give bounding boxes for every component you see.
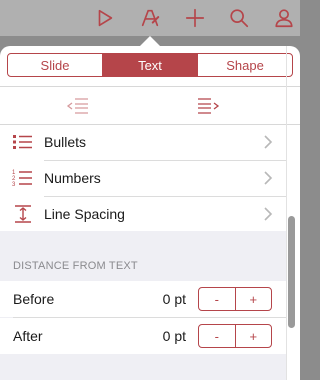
chevron-right-icon (264, 135, 273, 149)
scrollbar-thumb[interactable] (288, 216, 295, 328)
line-spacing-label: Line Spacing (44, 206, 125, 222)
line-spacing-icon (0, 196, 44, 232)
before-label: Before (13, 291, 55, 307)
format-popover: Slide Text Shape Bullets 1 2 3 Numbers L… (0, 46, 300, 380)
scroll-track (286, 46, 287, 380)
before-stepper: - + (198, 287, 272, 311)
search-icon[interactable] (227, 6, 251, 30)
bullets-icon (0, 124, 44, 160)
plus-icon[interactable] (183, 6, 207, 30)
play-icon[interactable] (93, 6, 117, 30)
before-value: 0 pt (162, 291, 186, 307)
increase-indent-icon[interactable] (196, 96, 220, 116)
numbers-label: Numbers (44, 170, 101, 186)
list-item-numbers[interactable]: 1 2 3 Numbers (0, 160, 286, 196)
after-stepper: - + (198, 324, 272, 348)
tab-shape[interactable]: Shape (198, 54, 292, 76)
popover-arrow (140, 36, 160, 46)
after-increment-button[interactable]: + (236, 325, 272, 347)
chevron-right-icon (264, 171, 273, 185)
list-item-bullets[interactable]: Bullets (0, 124, 286, 160)
after-value: 0 pt (162, 328, 186, 344)
after-label: After (13, 328, 43, 344)
top-toolbar (0, 0, 300, 36)
chevron-right-icon (264, 207, 273, 221)
indent-controls (0, 87, 300, 125)
section-header: DISTANCE FROM TEXT (13, 260, 138, 272)
decrease-indent-icon[interactable] (66, 96, 90, 116)
before-increment-button[interactable]: + (236, 288, 272, 310)
bullets-label: Bullets (44, 134, 87, 150)
svg-text:3: 3 (12, 182, 16, 188)
tab-slide[interactable]: Slide (8, 54, 103, 76)
numbers-icon: 1 2 3 (0, 160, 44, 196)
before-row: Before 0 pt - + (0, 281, 286, 317)
format-segmented-control: Slide Text Shape (7, 53, 293, 77)
list-item-line-spacing[interactable]: Line Spacing (0, 196, 286, 232)
after-row: After 0 pt - + (0, 318, 286, 354)
before-decrement-button[interactable]: - (199, 288, 236, 310)
format-brush-icon[interactable] (138, 6, 162, 30)
tab-text[interactable]: Text (103, 54, 198, 76)
person-icon[interactable] (272, 6, 296, 30)
after-decrement-button[interactable]: - (199, 325, 236, 347)
